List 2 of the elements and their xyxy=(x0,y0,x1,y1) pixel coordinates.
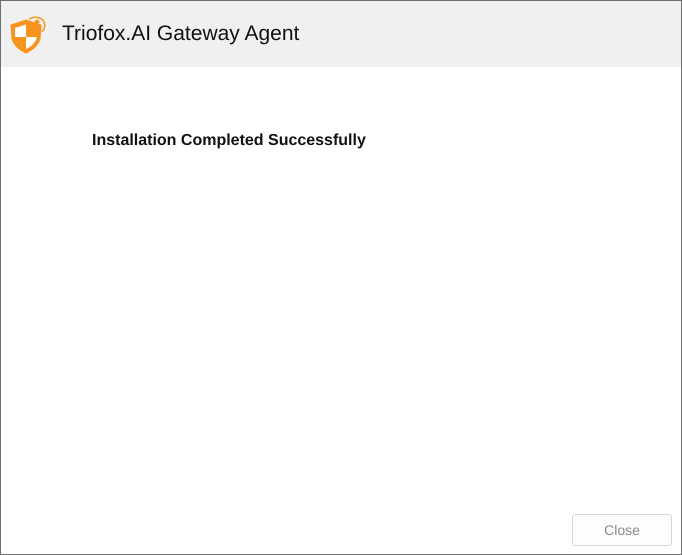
window-title: Triofox.AI Gateway Agent xyxy=(62,22,300,46)
status-message: Installation Completed Successfully xyxy=(92,132,366,149)
